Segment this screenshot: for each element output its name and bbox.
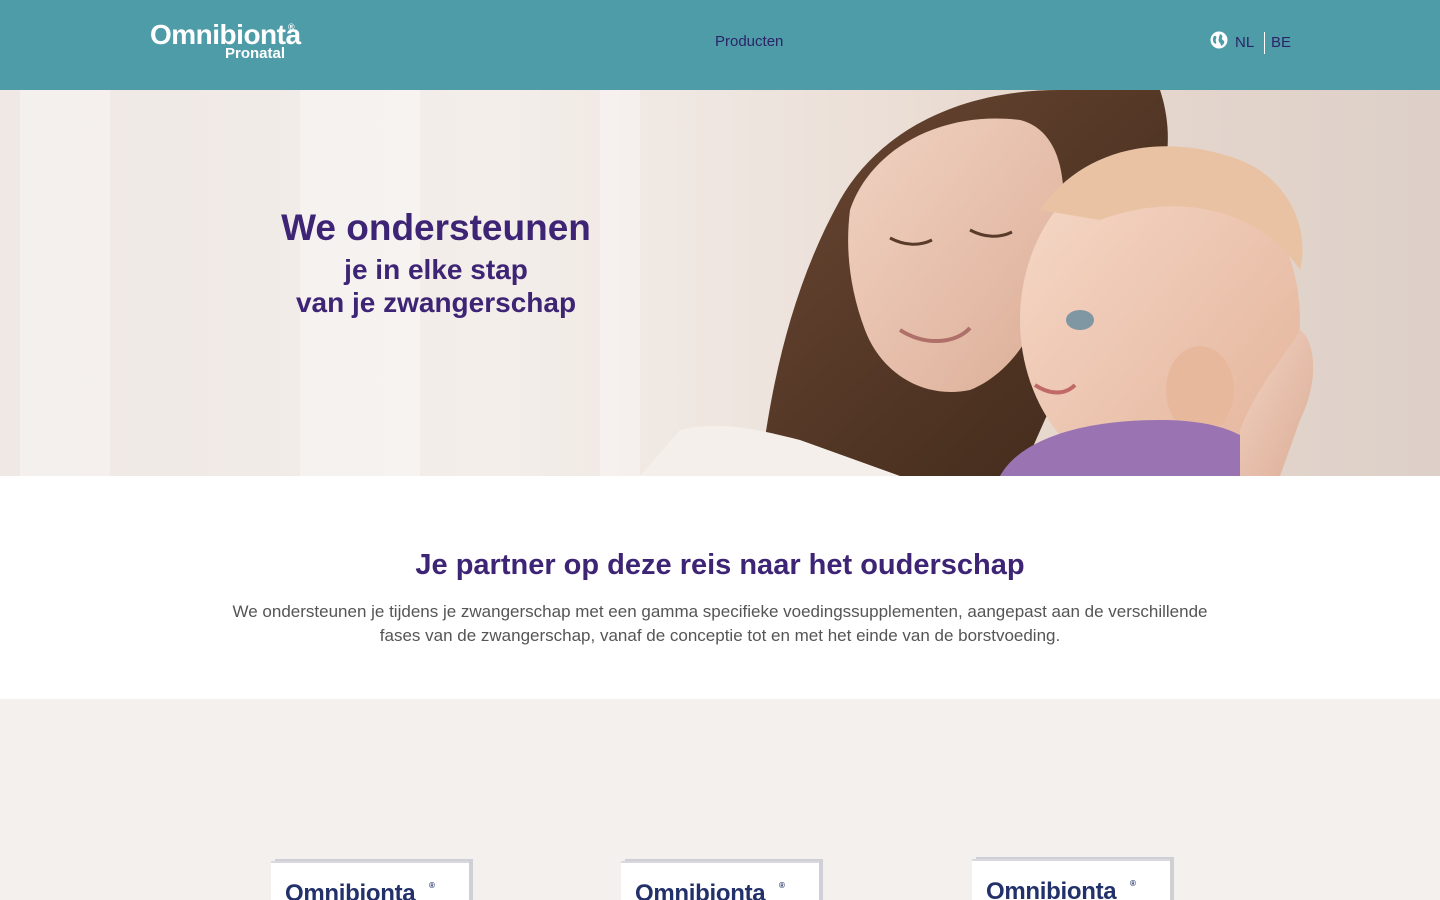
language-option-be[interactable]: BE <box>1271 34 1291 52</box>
product-brand-label: Omnibionta <box>635 880 766 900</box>
hero-title: We ondersteunen <box>281 207 591 248</box>
product-registered-mark: ® <box>779 881 785 890</box>
product-card[interactable]: Omnibionta ® <box>972 859 1170 900</box>
product-registered-mark: ® <box>429 881 435 890</box>
logo-subtitle: Pronatal <box>225 45 286 62</box>
product-card[interactable]: Omnibionta ® <box>271 861 469 900</box>
products-section: Omnibionta ® Omnibionta ® Omnibionta ® <box>0 699 1440 900</box>
site-header: Omnibionta ® Pronatal Producten NL BE <box>0 0 1440 90</box>
product-card[interactable]: Omnibionta ® <box>621 861 819 900</box>
hero-banner: We ondersteunen je in elke stap van je z… <box>0 90 1440 476</box>
intro-title: Je partner op deze reis naar het oudersc… <box>415 549 1025 581</box>
language-switcher: NL BE <box>1210 30 1292 56</box>
intro-section: Je partner op deze reis naar het oudersc… <box>0 476 1440 699</box>
hero-subtitle-line-2: van je zwangerschap <box>295 287 577 318</box>
product-brand-label: Omnibionta <box>285 880 416 900</box>
hero-window-light <box>20 90 110 476</box>
language-divider <box>1264 32 1265 54</box>
hero-subtitle-line-1: je in elke stap <box>344 254 528 285</box>
intro-text: We ondersteunen je tijdens je zwangersch… <box>232 602 1208 645</box>
nav-item-producten[interactable]: Producten <box>715 33 783 51</box>
logo-registered-mark: ® <box>288 22 295 32</box>
mother-and-baby-image <box>640 90 1314 476</box>
product-brand-label: Omnibionta <box>986 878 1117 900</box>
product-registered-mark: ® <box>1130 879 1136 888</box>
language-option-nl[interactable]: NL <box>1235 34 1254 52</box>
globe-icon <box>1210 31 1228 49</box>
omnibionta-pronatal-logo[interactable]: Omnibionta ® Pronatal <box>150 20 301 66</box>
